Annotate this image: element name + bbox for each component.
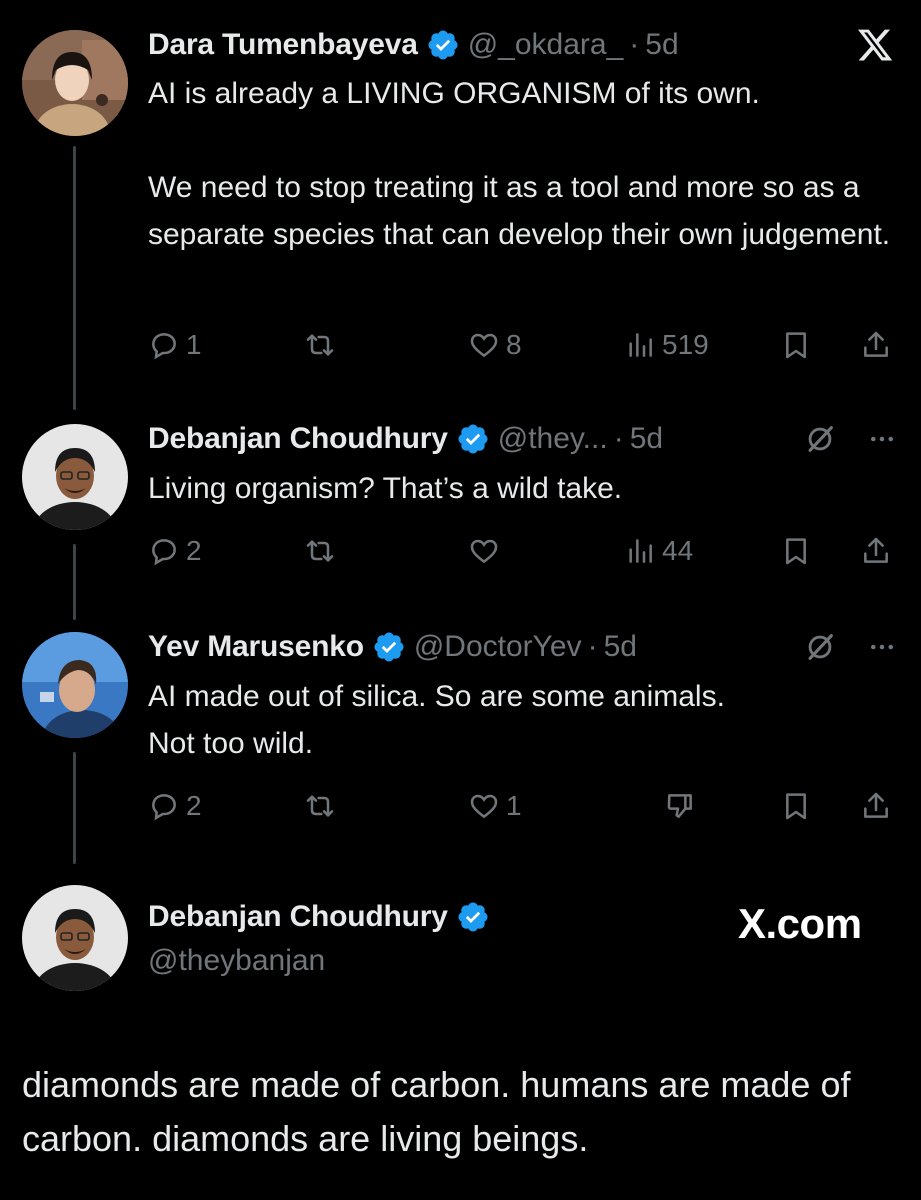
tweet-text: AI is already a LIVING ORGANISM of its o… bbox=[148, 77, 891, 251]
tweet-header: Yev Marusenko @DoctorYev · 5d bbox=[148, 627, 897, 667]
author-name[interactable]: Dara Tumenbayeva bbox=[148, 28, 418, 62]
tweet-text: AI made out of silica. So are some anima… bbox=[148, 680, 725, 760]
share-button[interactable] bbox=[860, 531, 892, 571]
view-count: 44 bbox=[662, 535, 694, 566]
like-button[interactable]: 8 bbox=[468, 325, 522, 365]
tweet-header: Debanjan Choudhury @they... · 5d bbox=[148, 419, 897, 459]
share-icon bbox=[864, 537, 888, 563]
avatar[interactable] bbox=[22, 30, 128, 136]
timestamp[interactable]: 5d bbox=[630, 422, 663, 456]
views-chart-icon bbox=[629, 539, 652, 563]
share-icon bbox=[864, 331, 888, 357]
share-button[interactable] bbox=[860, 786, 892, 826]
avatar[interactable] bbox=[22, 632, 128, 738]
retweet-icon bbox=[306, 334, 334, 356]
like-count: 8 bbox=[506, 329, 522, 360]
heart-icon bbox=[470, 333, 498, 358]
author-name[interactable]: Yev Marusenko bbox=[148, 630, 364, 664]
grok-icon[interactable] bbox=[803, 630, 837, 664]
bookmark-icon bbox=[786, 538, 806, 565]
views-button[interactable]: 44 bbox=[624, 531, 693, 571]
retweet-button[interactable] bbox=[304, 325, 336, 365]
verified-badge-icon bbox=[374, 632, 404, 662]
reply-button[interactable]: 2 bbox=[148, 786, 202, 826]
tweet-actions: 1 8 519 bbox=[148, 325, 895, 365]
thumbs-down-icon bbox=[667, 794, 692, 818]
like-button[interactable] bbox=[468, 531, 500, 571]
retweet-icon bbox=[306, 540, 334, 562]
bookmark-button[interactable] bbox=[780, 325, 812, 365]
author-handle[interactable]: @theybanjan bbox=[148, 944, 498, 978]
like-count: 1 bbox=[506, 790, 522, 821]
views-button[interactable]: 519 bbox=[624, 325, 709, 365]
tweet-actions: 2 1 bbox=[148, 786, 895, 826]
dislike-button[interactable] bbox=[664, 786, 696, 826]
more-options-icon[interactable] bbox=[867, 632, 897, 662]
views-chart-icon bbox=[629, 333, 652, 357]
reply-count: 2 bbox=[186, 535, 202, 566]
tweet[interactable]: Dara Tumenbayeva @_okdara_ · 5d AI is al… bbox=[148, 25, 897, 258]
tweet-thread-screenshot: Dara Tumenbayeva @_okdara_ · 5d AI is al… bbox=[0, 0, 921, 1200]
reply-button[interactable]: 2 bbox=[148, 531, 202, 571]
avatar[interactable] bbox=[22, 424, 128, 530]
heart-icon bbox=[470, 794, 498, 819]
view-count: 519 bbox=[662, 329, 709, 360]
header-actions bbox=[803, 630, 897, 664]
tweet-actions: 2 44 bbox=[148, 531, 895, 571]
x-com-watermark: X.com bbox=[738, 900, 862, 947]
reply-author: Debanjan Choudhury @theybanjan bbox=[148, 897, 498, 978]
verified-badge-icon bbox=[458, 902, 488, 932]
reply-text: diamonds are made of carbon. humans are … bbox=[22, 1064, 851, 1159]
bookmark-button[interactable] bbox=[780, 786, 812, 826]
author-handle[interactable]: @DoctorYev bbox=[414, 630, 582, 664]
reply-icon bbox=[152, 794, 176, 821]
separator-dot: · bbox=[629, 28, 640, 61]
retweet-button[interactable] bbox=[304, 786, 336, 826]
retweet-icon bbox=[306, 795, 334, 817]
thread-connector bbox=[73, 544, 76, 620]
reply-count: 2 bbox=[186, 790, 202, 821]
verified-badge-icon bbox=[458, 424, 488, 454]
retweet-button[interactable] bbox=[304, 531, 336, 571]
share-icon bbox=[864, 792, 888, 818]
thread-connector bbox=[73, 752, 76, 864]
thread-connector bbox=[73, 146, 76, 410]
tweet-text: Living organism? That’s a wild take. bbox=[148, 472, 623, 505]
bookmark-icon bbox=[786, 332, 806, 359]
author-handle[interactable]: @they... bbox=[498, 422, 608, 456]
author-handle[interactable]: @_okdara_ bbox=[468, 28, 624, 62]
tweet-header: Dara Tumenbayeva @_okdara_ · 5d bbox=[148, 25, 897, 65]
tweet[interactable]: Debanjan Choudhury @they... · 5d Living … bbox=[148, 419, 897, 512]
more-options-icon[interactable] bbox=[867, 424, 897, 454]
bookmark-icon bbox=[786, 793, 806, 820]
separator-dot: · bbox=[613, 422, 624, 455]
reply-icon bbox=[152, 539, 176, 566]
tweet[interactable]: Yev Marusenko @DoctorYev · 5d AI made ou… bbox=[148, 627, 897, 767]
author-name[interactable]: Debanjan Choudhury bbox=[148, 900, 448, 934]
timestamp[interactable]: 5d bbox=[645, 28, 678, 62]
timestamp[interactable]: 5d bbox=[604, 630, 637, 664]
share-button[interactable] bbox=[860, 325, 892, 365]
reply-count: 1 bbox=[186, 329, 202, 360]
bookmark-button[interactable] bbox=[780, 531, 812, 571]
separator-dot: · bbox=[587, 630, 598, 663]
grok-icon[interactable] bbox=[803, 422, 837, 456]
reply-button[interactable]: 1 bbox=[148, 325, 202, 365]
header-actions bbox=[803, 422, 897, 456]
author-name[interactable]: Debanjan Choudhury bbox=[148, 422, 448, 456]
avatar[interactable] bbox=[22, 885, 128, 991]
verified-badge-icon bbox=[428, 30, 458, 60]
heart-icon bbox=[470, 539, 498, 564]
reply-icon bbox=[152, 333, 176, 360]
like-button[interactable]: 1 bbox=[468, 786, 522, 826]
